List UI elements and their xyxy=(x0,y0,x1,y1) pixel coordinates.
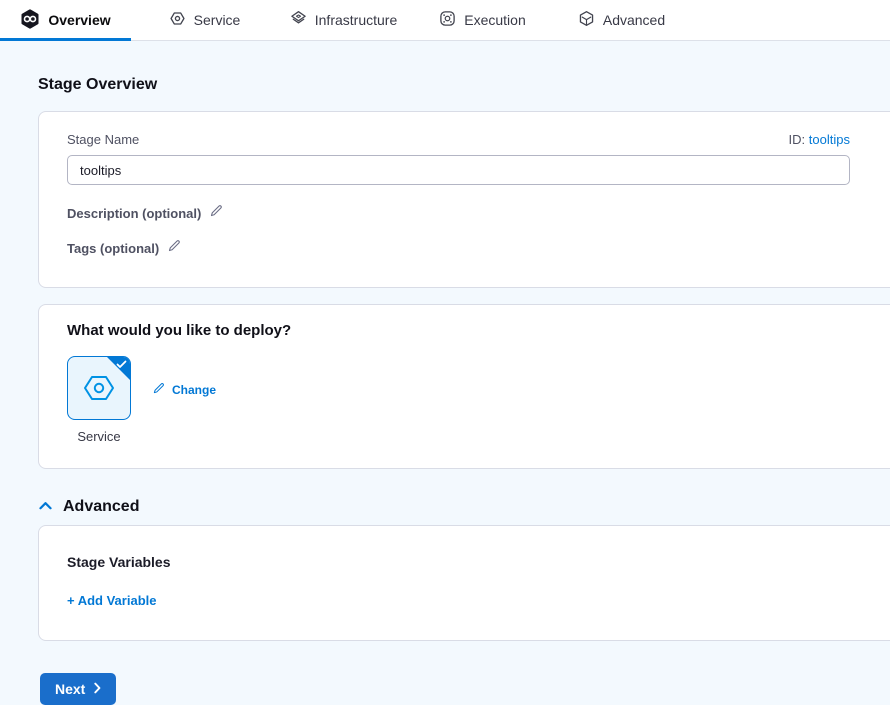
description-label: Description (optional) xyxy=(67,206,201,221)
tab-execution[interactable]: Execution xyxy=(417,0,548,40)
stage-variables-title: Stage Variables xyxy=(67,554,890,570)
pipeline-stage-icon xyxy=(20,9,40,32)
change-label: Change xyxy=(172,383,216,397)
stage-overview-panel: Stage Overview Stage Name ID: tooltips D… xyxy=(0,41,890,705)
description-row[interactable]: Description (optional) xyxy=(67,204,890,222)
stage-id-label: ID: xyxy=(789,132,806,147)
add-variable-button[interactable]: + Add Variable xyxy=(67,593,156,608)
tab-advanced-label: Advanced xyxy=(603,12,665,28)
deploy-question: What would you like to deploy? xyxy=(67,322,890,339)
edit-pencil-icon[interactable] xyxy=(210,204,223,222)
tab-infrastructure[interactable]: Infrastructure xyxy=(278,0,409,40)
next-button-label: Next xyxy=(55,681,85,697)
chevron-up-icon xyxy=(38,498,53,516)
stage-id-link[interactable]: tooltips xyxy=(809,132,850,147)
tab-service[interactable]: Service xyxy=(139,0,270,40)
service-hexagon-icon xyxy=(81,372,117,404)
service-tile[interactable] xyxy=(67,356,131,420)
tab-execution-label: Execution xyxy=(464,12,525,28)
tab-overview[interactable]: Overview xyxy=(0,0,131,40)
edit-pencil-icon[interactable] xyxy=(168,239,181,257)
deploy-type-card: What would you like to deploy? Service xyxy=(38,304,890,469)
checkmark-icon xyxy=(116,360,127,369)
service-tile-label: Service xyxy=(77,429,120,444)
advanced-section-title: Advanced xyxy=(63,498,139,516)
tab-service-label: Service xyxy=(194,12,241,28)
stage-name-label: Stage Name xyxy=(67,132,139,147)
tab-infrastructure-label: Infrastructure xyxy=(315,12,397,28)
tags-label: Tags (optional) xyxy=(67,241,159,256)
change-deploy-type-link[interactable]: Change xyxy=(153,382,216,397)
service-icon xyxy=(169,10,186,30)
stage-overview-card: Stage Name ID: tooltips Description (opt… xyxy=(38,111,890,288)
chevron-right-icon xyxy=(94,681,101,697)
stage-id: ID: tooltips xyxy=(789,132,850,147)
tab-overview-label: Overview xyxy=(48,12,110,28)
stage-variables-card: Stage Variables + Add Variable xyxy=(38,525,890,641)
stage-tabbar: Overview Service Infrastructure xyxy=(0,0,890,41)
tab-advanced[interactable]: Advanced xyxy=(556,0,687,40)
next-button[interactable]: Next xyxy=(40,673,116,705)
execution-icon xyxy=(439,10,456,30)
advanced-section-toggle[interactable]: Advanced xyxy=(38,498,890,516)
stage-name-row: Stage Name ID: tooltips xyxy=(67,132,850,147)
tags-row[interactable]: Tags (optional) xyxy=(67,239,890,257)
stage-name-input[interactable] xyxy=(67,155,850,185)
deploy-type-tile-wrap: Service xyxy=(67,356,131,444)
page-title: Stage Overview xyxy=(38,76,890,94)
deploy-type-row: Service Change xyxy=(67,356,890,444)
advanced-icon xyxy=(578,10,595,30)
edit-pencil-icon xyxy=(153,382,165,397)
infrastructure-icon xyxy=(290,10,307,30)
